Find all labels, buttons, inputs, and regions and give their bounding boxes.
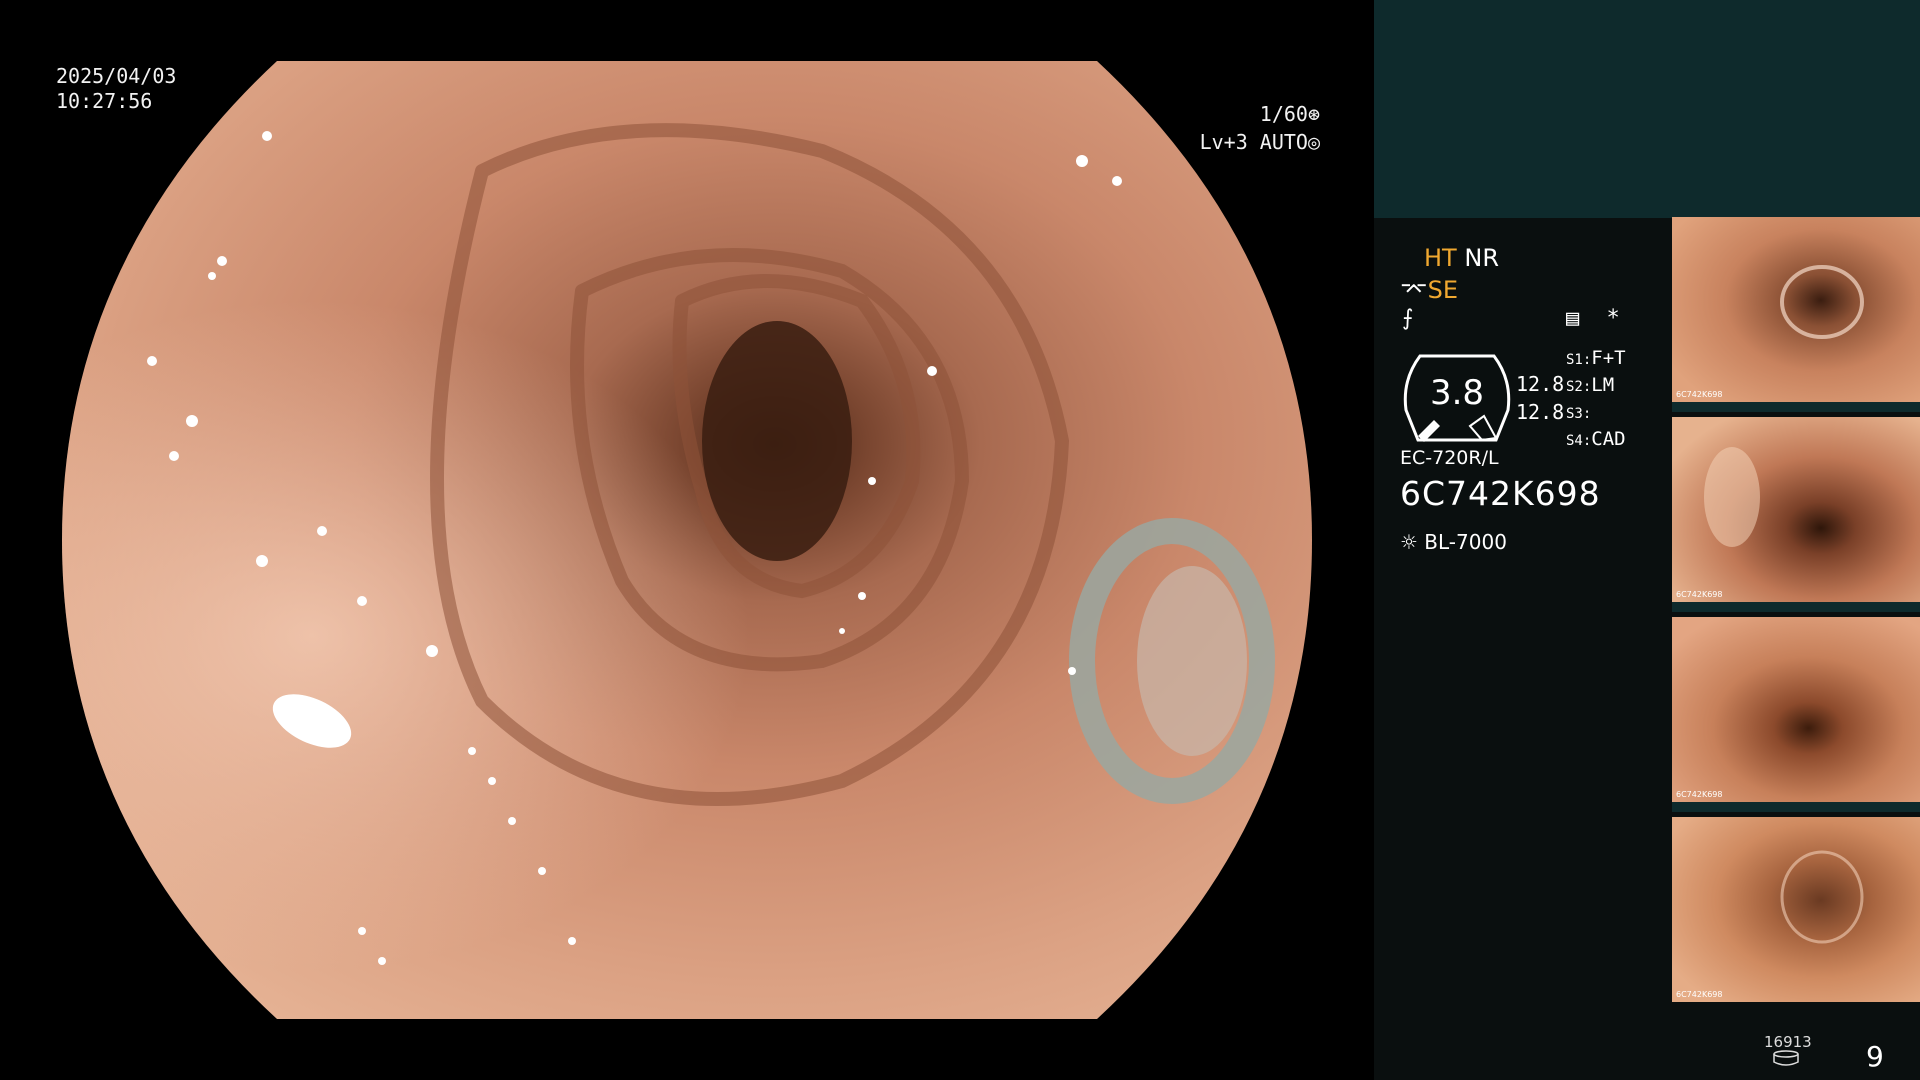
light-source-label: BL-7000 [1424,530,1507,554]
s1-label: S1: [1566,352,1592,368]
menu-icon: ▤ [1566,306,1580,331]
time-text: 10:27:56 [56,89,153,113]
shutter-text: 1/60 [1259,102,1308,126]
s3-label: S3: [1566,406,1592,422]
thumb-label: 6C742K698 [1676,590,1722,599]
enhancement-icon: ⨍ [1402,306,1414,331]
scope-serial: 6C742K698 [1400,474,1601,513]
captured-thumbnail[interactable]: 6C742K698 [1672,817,1920,1002]
auto-iris-icon: ◎ [1307,130,1320,154]
level-auto-text: Lv+3 AUTO [1199,130,1308,154]
captured-thumbnail[interactable]: 6C742K698 [1672,617,1920,802]
gauge-side-top: 12.8 [1516,372,1565,396]
light-source-row: ☼ BL-7000 [1400,530,1507,554]
gauge-side-values: 12.8 12.8 [1516,370,1564,426]
mode-row-ht-nr: HT NR [1424,244,1499,272]
light-source-icon: ☼ [1400,530,1418,554]
thumbnail-bar [1672,802,1920,812]
endoscopic-live-view [62,61,1312,1019]
s4-label: S4: [1566,433,1592,449]
captured-thumbnail[interactable]: 6C742K698 [1672,417,1920,602]
datetime-overlay: 2025/04/03 10:27:56 [56,64,176,114]
thumbnail-bar [1672,402,1920,412]
exposure-overlay: 1/60⊛ Lv+3 AUTO◎ [1160,100,1320,156]
shutter-icon: ⊛ [1307,102,1320,126]
date-text: 2025/04/03 [56,64,177,88]
s2-label: S2: [1566,379,1592,395]
s4-value: CAD [1591,428,1626,450]
s1-value: F+T [1591,347,1626,369]
storage-disk-icon [1773,1050,1799,1066]
nr-indicator: NR [1464,244,1499,272]
gauge-side-bottom: 12.8 [1516,400,1565,424]
gauge-value: 3.8 [1429,373,1485,413]
thumb-label: 6C742K698 [1676,390,1722,399]
panel-icons: ▤ * [1566,306,1620,331]
thumbnail-bar [1672,602,1920,612]
scope-model: EC-720R/L [1400,447,1499,469]
image-count: 9 [1866,1040,1884,1073]
switch-settings: S1:F+T S2:LM S3: S4:CAD [1566,346,1626,454]
thumb-label: 6C742K698 [1676,790,1722,799]
structure-enhance-icon: ⌤ [1400,276,1428,304]
mode-row-se: ⌤SE [1400,276,1458,304]
thumb-label: 6C742K698 [1676,990,1722,999]
captured-thumbnail[interactable]: 6C742K698 [1672,217,1920,402]
asterisk-icon: * [1606,306,1620,331]
ht-indicator: HT [1424,244,1457,272]
s2-value: LM [1591,374,1615,396]
panel-header-block [1374,0,1920,218]
storage-count: 16913 [1764,1033,1812,1051]
se-indicator: SE [1427,276,1459,304]
